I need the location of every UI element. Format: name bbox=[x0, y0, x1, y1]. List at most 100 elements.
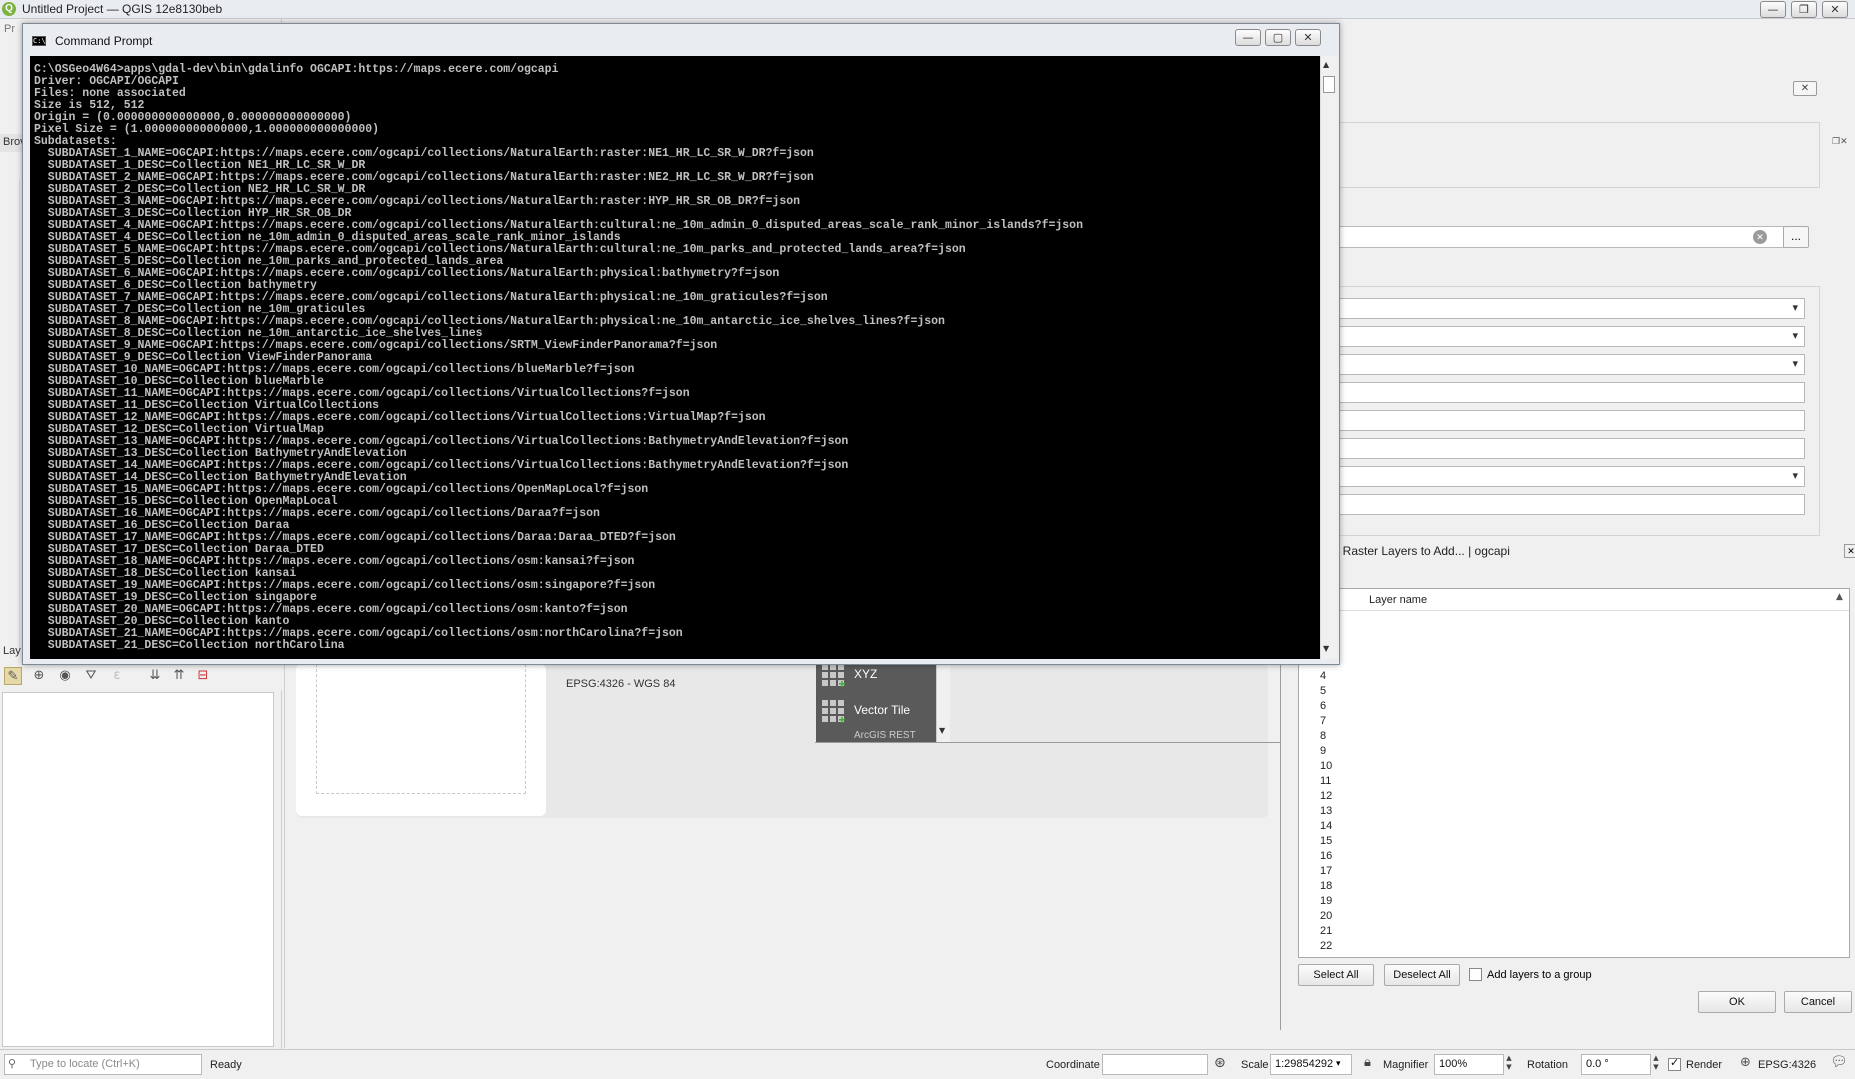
restore-button[interactable]: ❐ bbox=[1791, 1, 1817, 18]
raster-layers-table[interactable] bbox=[1298, 588, 1850, 958]
xyz-grid-icon: + bbox=[822, 664, 846, 690]
collapse-all-icon[interactable]: ⇈ bbox=[170, 667, 188, 685]
cmd-titlebar[interactable]: C:\ Command Prompt — ▢ ✕ bbox=[23, 24, 1339, 52]
connection-type-menu: + XYZ + Vector Tile ArcGIS REST bbox=[816, 660, 936, 742]
manage-visibility-icon[interactable]: ◉ bbox=[56, 667, 74, 685]
close-button[interactable]: ✕ bbox=[1822, 1, 1848, 18]
coordinate-input[interactable] bbox=[1102, 1054, 1208, 1075]
table-row-number[interactable]: 10 bbox=[1320, 760, 1332, 772]
scroll-down-arrow-icon[interactable]: ▼ bbox=[939, 726, 945, 735]
scale-dropdown-icon[interactable]: ▾ bbox=[1336, 1059, 1341, 1069]
scale-label: Scale bbox=[1241, 1059, 1269, 1071]
table-row-number[interactable]: 20 bbox=[1320, 910, 1332, 922]
table-row-number[interactable]: 13 bbox=[1320, 805, 1332, 817]
menu-divider bbox=[815, 742, 1281, 746]
rotation-input[interactable]: 0.0 ° bbox=[1581, 1054, 1651, 1075]
layer-name-header-label: Layer name bbox=[1369, 594, 1428, 606]
browser-tree-gutter bbox=[2, 179, 20, 649]
menu-fragment[interactable]: Pr bbox=[4, 23, 15, 35]
cancel-button[interactable]: Cancel bbox=[1784, 991, 1852, 1013]
magnifier-label: Magnifier bbox=[1383, 1059, 1429, 1071]
table-row-number[interactable]: 18 bbox=[1320, 880, 1332, 892]
option-combo-1[interactable] bbox=[1334, 298, 1805, 319]
add-group-icon[interactable]: ⊕ bbox=[30, 667, 48, 685]
console-scroll-thumb[interactable] bbox=[1323, 76, 1335, 93]
status-message: Ready bbox=[210, 1059, 242, 1071]
connections-groupbox bbox=[1280, 122, 1820, 188]
table-row-number[interactable]: 22 bbox=[1320, 940, 1332, 952]
filter-expression-icon[interactable]: ε bbox=[108, 667, 126, 685]
raster-dialog-close-icon[interactable]: ✕ bbox=[1844, 544, 1855, 558]
clear-icon[interactable]: ✕ bbox=[1753, 230, 1767, 244]
table-row-number[interactable]: 12 bbox=[1320, 790, 1332, 802]
table-row-number[interactable]: 16 bbox=[1320, 850, 1332, 862]
sort-ascending-icon: ▲ bbox=[1836, 592, 1843, 602]
option-field-6[interactable] bbox=[1334, 438, 1805, 459]
table-row-number[interactable]: 17 bbox=[1320, 865, 1332, 877]
cmd-minimize-button[interactable]: — bbox=[1235, 29, 1261, 46]
table-row-number[interactable]: 8 bbox=[1320, 730, 1326, 742]
console-output[interactable]: C:\OSGeo4W64>apps\gdal-dev\bin\gdalinfo … bbox=[30, 56, 1320, 659]
table-row-number[interactable]: 15 bbox=[1320, 835, 1332, 847]
table-row-number[interactable]: 19 bbox=[1320, 895, 1332, 907]
table-row-number[interactable]: 4 bbox=[1320, 670, 1326, 682]
coordinate-label: Coordinate bbox=[1046, 1059, 1100, 1071]
magnifier-input[interactable]: 100% bbox=[1434, 1054, 1504, 1075]
add-to-group-checkbox[interactable] bbox=[1469, 968, 1482, 981]
minimize-button[interactable]: — bbox=[1760, 1, 1786, 18]
extents-toggle-icon[interactable]: ⊛ bbox=[1214, 1055, 1226, 1071]
magnifier-spin-icon[interactable]: ▲ ▼ bbox=[1503, 1054, 1515, 1075]
crs-button[interactable]: EPSG:4326 bbox=[1758, 1059, 1816, 1071]
cmd-maximize-button[interactable]: ▢ bbox=[1265, 29, 1291, 46]
browse-button[interactable]: ... bbox=[1783, 226, 1809, 248]
menu-item-arcgis-rest[interactable]: ArcGIS REST bbox=[820, 730, 934, 742]
filter-legend-icon[interactable]: ⛛ bbox=[82, 667, 100, 685]
select-all-button[interactable]: Select All bbox=[1298, 964, 1374, 986]
command-prompt-window[interactable]: C:\ Command Prompt — ▢ ✕ C:\OSGeo4W64>ap… bbox=[22, 23, 1340, 665]
table-row-number[interactable]: 5 bbox=[1320, 685, 1326, 697]
console-scrollbar[interactable] bbox=[1320, 56, 1337, 659]
expand-all-icon[interactable]: ⇊ bbox=[146, 667, 164, 685]
console-line: Driver: OGCAPI/OGCAPI bbox=[34, 75, 179, 88]
render-checkbox[interactable] bbox=[1668, 1056, 1681, 1071]
table-row-number[interactable]: 7 bbox=[1320, 715, 1326, 727]
option-field-5[interactable] bbox=[1334, 410, 1805, 431]
qgis-titlebar: Q Untitled Project — QGIS 12e8130beb — ❐… bbox=[0, 0, 1855, 19]
dock-float-close-icons[interactable]: ❐✕ bbox=[1832, 136, 1854, 148]
option-field-8[interactable] bbox=[1334, 494, 1805, 515]
deselect-all-button[interactable]: Deselect All bbox=[1384, 964, 1460, 986]
table-row-number[interactable]: 11 bbox=[1320, 775, 1331, 787]
console-line: Pixel Size = (1.000000000000000,1.000000… bbox=[34, 123, 380, 136]
cmd-close-button[interactable]: ✕ bbox=[1295, 29, 1321, 46]
project-thumbnail bbox=[316, 664, 526, 794]
crs-globe-icon[interactable]: ⊕ bbox=[1740, 1055, 1751, 1070]
cmd-window-title: Command Prompt bbox=[55, 34, 153, 48]
layers-tree[interactable] bbox=[2, 692, 274, 1047]
raster-dialog-title: : Raster Layers to Add... | ogcapi bbox=[1336, 544, 1510, 558]
ok-button[interactable]: OK bbox=[1698, 991, 1776, 1013]
console-line: SUBDATASET_21_DESC=Collection northCarol… bbox=[34, 639, 345, 652]
add-to-group-label: Add layers to a group bbox=[1487, 969, 1592, 981]
option-combo-7[interactable] bbox=[1334, 466, 1805, 487]
dsm-close-icon[interactable]: ✕ bbox=[1793, 81, 1817, 96]
option-combo-2[interactable] bbox=[1334, 326, 1805, 347]
layers-panel-tab[interactable]: Lay bbox=[3, 645, 21, 657]
table-row-number[interactable]: 14 bbox=[1320, 820, 1332, 832]
table-row-number[interactable]: 6 bbox=[1320, 700, 1326, 712]
remove-layer-icon[interactable]: ⊟ bbox=[194, 667, 212, 685]
open-layer-styling-icon[interactable]: ✎ bbox=[4, 667, 22, 685]
menu-item-vector-tile[interactable]: + Vector Tile bbox=[820, 696, 934, 726]
messages-icon[interactable]: 💬︎ bbox=[1830, 1054, 1848, 1070]
option-combo-3[interactable] bbox=[1334, 354, 1805, 375]
option-field-4[interactable] bbox=[1334, 382, 1805, 403]
scroll-up-arrow-icon[interactable]: ▲ bbox=[1323, 60, 1329, 69]
url-input[interactable] bbox=[1334, 226, 1784, 248]
menu-scrollbar[interactable]: ▼ bbox=[936, 660, 950, 742]
lock-icon[interactable]: 🔒︎ bbox=[1364, 1055, 1371, 1070]
rotation-spin-icon[interactable]: ▲ ▼ bbox=[1650, 1054, 1662, 1075]
console-text: C:\OSGeo4W64>apps\gdal-dev\bin\gdalinfo … bbox=[34, 64, 1083, 652]
scroll-down-arrow-icon[interactable]: ▼ bbox=[1323, 644, 1329, 653]
table-row-number[interactable]: 9 bbox=[1320, 745, 1326, 757]
table-row-number[interactable]: 21 bbox=[1320, 925, 1332, 937]
qgis-window-title: Untitled Project — QGIS 12e8130beb bbox=[22, 2, 223, 16]
